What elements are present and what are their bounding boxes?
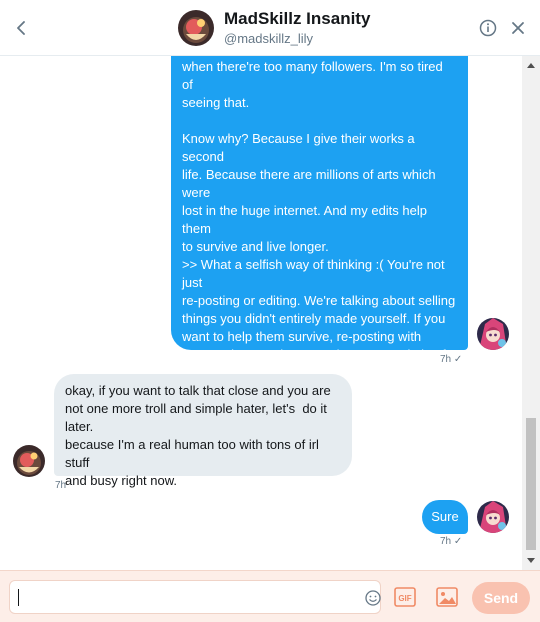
- conversation-header: MadSkillz Insanity @madskillz_lily: [0, 0, 540, 56]
- send-button[interactable]: Send: [472, 582, 530, 614]
- message-timestamp: 7h ✓: [440, 354, 463, 365]
- message-timestamp: 7h ✓: [440, 536, 463, 547]
- contact-name[interactable]: MadSkillz Insanity: [224, 9, 370, 29]
- own-avatar[interactable]: [477, 501, 509, 533]
- header-avatar[interactable]: [178, 10, 214, 46]
- incoming-message[interactable]: okay, if you want to talk that close and…: [54, 374, 352, 488]
- close-icon: [512, 22, 524, 34]
- arrow-up-icon: [527, 63, 535, 68]
- message-input[interactable]: [18, 585, 352, 611]
- scroll-down-button[interactable]: [522, 552, 540, 570]
- message-list[interactable]: when there're too many followers. I'm so…: [0, 56, 522, 570]
- outgoing-message[interactable]: when there're too many followers. I'm so…: [171, 56, 468, 434]
- arrow-down-icon: [527, 558, 535, 563]
- chevron-left-icon: [17, 21, 25, 35]
- gif-icon: GIF: [394, 587, 416, 607]
- scrollbar-thumb[interactable]: [526, 418, 536, 550]
- message-composer: GIF Send: [0, 570, 540, 622]
- back-button[interactable]: [8, 14, 36, 42]
- scrollbar[interactable]: [522, 56, 540, 570]
- info-button[interactable]: [478, 18, 498, 38]
- contact-avatar[interactable]: [13, 445, 45, 477]
- contact-handle: @madskillz_lily: [224, 31, 314, 46]
- media-button[interactable]: [436, 587, 458, 607]
- gif-label: GIF: [398, 594, 411, 603]
- outgoing-message[interactable]: Sure: [422, 500, 468, 534]
- text-caret: [18, 589, 19, 606]
- info-icon: [479, 19, 497, 37]
- close-button[interactable]: [508, 18, 528, 38]
- scroll-up-button[interactable]: [522, 56, 540, 74]
- gif-button[interactable]: GIF: [394, 587, 416, 607]
- message-input-box[interactable]: [9, 580, 381, 614]
- image-icon: [436, 587, 458, 607]
- smiley-icon: [365, 590, 381, 606]
- message-timestamp: 7h: [55, 480, 67, 491]
- emoji-button[interactable]: [364, 589, 382, 607]
- own-avatar[interactable]: [477, 318, 509, 350]
